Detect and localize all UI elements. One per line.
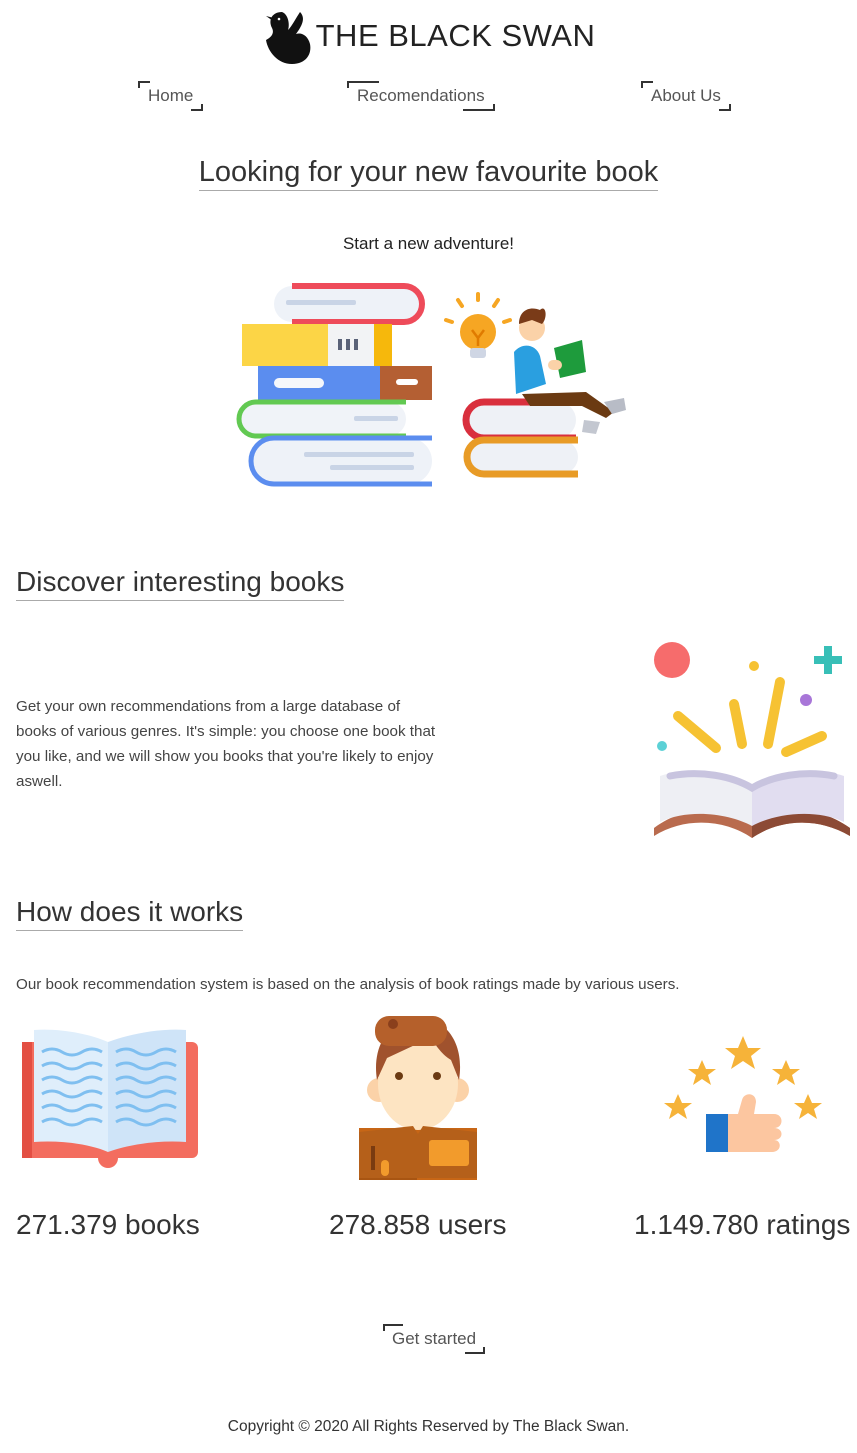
discover-title: Discover interesting books (16, 566, 345, 601)
brand-title: THE BLACK SWAN (315, 18, 596, 53)
how-text: Our book recommendation system is based … (16, 976, 680, 993)
hero-subtitle: Start a new adventure! (342, 234, 515, 253)
how-title: How does it works (16, 896, 244, 931)
hero-title: Looking for your new favourite book (198, 156, 659, 191)
brand[interactable]: THE BLACK SWAN (0, 6, 857, 66)
thumbs-up-stars-icon (664, 1036, 822, 1152)
stat-users: 278.858 users (329, 1209, 507, 1240)
discover-text: Get your own recommendations from a larg… (16, 698, 436, 790)
hero-heading: Looking for your new favourite book (0, 156, 857, 191)
nav-recommendations[interactable]: Recomendations (347, 81, 495, 111)
get-started-button[interactable]: Get started (383, 1324, 486, 1354)
stat-ratings: 1.149.780 ratings (634, 1209, 851, 1240)
footer-copyright: Copyright © 2020 All Rights Reserved by … (227, 1418, 630, 1435)
reader-icon (359, 1016, 477, 1180)
nav-home[interactable]: Home (138, 81, 204, 111)
open-book-sparkles-illustration (654, 642, 850, 838)
nav-about-us[interactable]: About Us (641, 81, 731, 111)
books-stack-reader-illustration (236, 283, 626, 487)
open-book-icon (22, 1029, 198, 1168)
black-swan-icon (265, 12, 310, 64)
stat-books: 271.379 books (16, 1209, 200, 1240)
